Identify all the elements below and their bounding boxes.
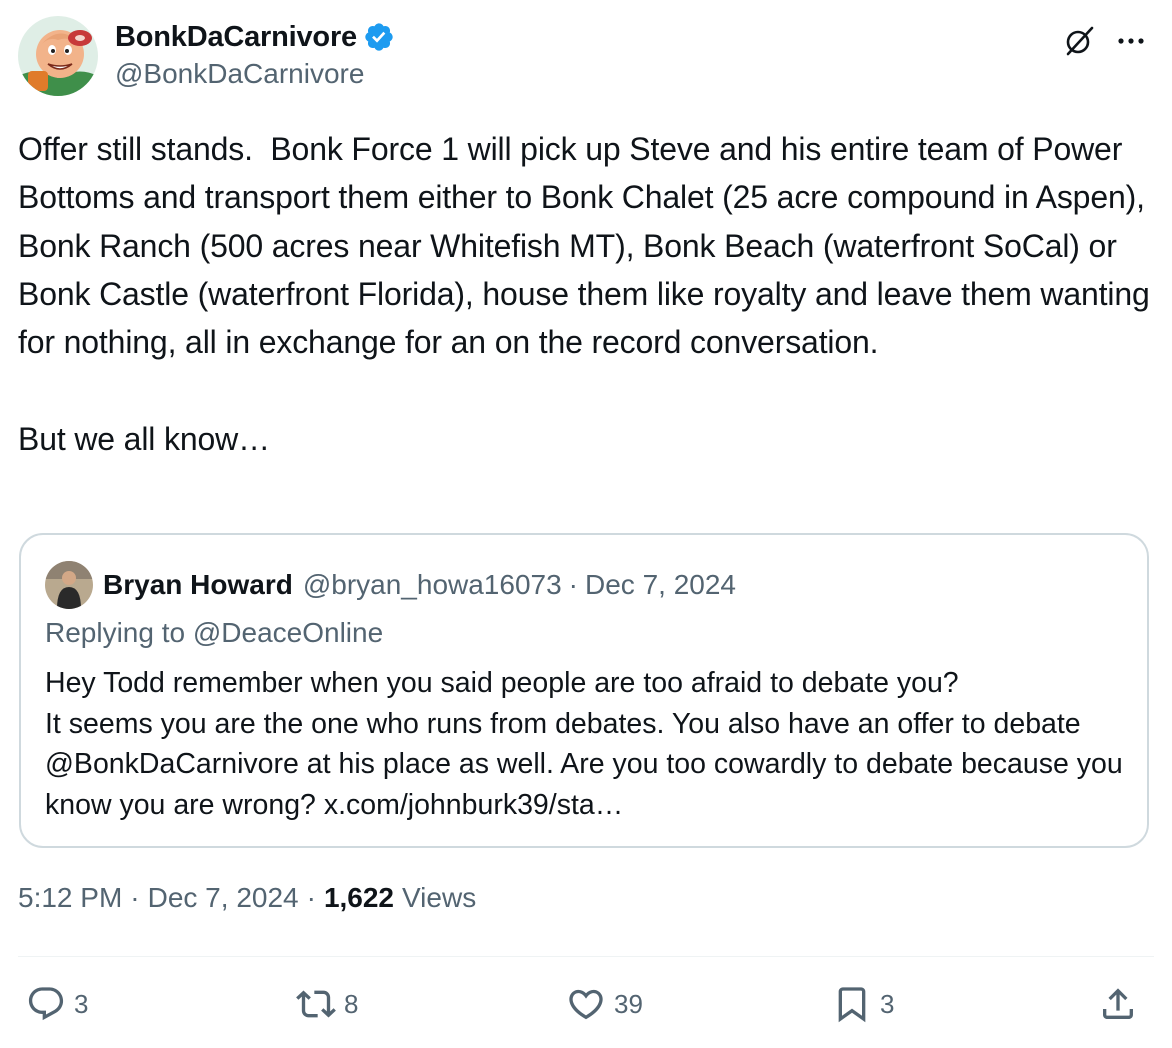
quote-avatar[interactable] <box>45 561 93 609</box>
tweet-meta: 5:12 PM · Dec 7, 2024 · 1,622 Views <box>18 882 476 914</box>
views-count: 1,622 <box>323 882 395 913</box>
repost-icon <box>296 990 336 1018</box>
like-button[interactable]: 39 <box>566 984 643 1024</box>
bookmark-count: 3 <box>880 988 895 1019</box>
quote-handle[interactable]: @bryan_howa16073 <box>303 569 562 601</box>
quote-avatar-image <box>45 561 93 609</box>
quote-date[interactable]: Dec 7, 2024 <box>585 569 736 601</box>
tweet-time[interactable]: 5:12 PM <box>18 882 122 914</box>
divider <box>18 956 1154 957</box>
author-handle[interactable]: @BonkDaCarnivore <box>115 58 395 90</box>
action-bar: 3 8 39 3 <box>0 980 1172 1032</box>
tweet-date[interactable]: Dec 7, 2024 <box>148 882 299 914</box>
tweet-text: Offer still stands. Bonk Force 1 will pi… <box>18 131 1150 457</box>
separator-dot: · <box>568 569 578 600</box>
bookmark-icon <box>838 987 866 1023</box>
separator-dot: · <box>306 882 316 913</box>
more-icon[interactable] <box>1114 24 1148 58</box>
like-icon <box>569 989 603 1020</box>
share-button[interactable] <box>1098 984 1138 1024</box>
replying-prefix: Replying to <box>45 617 186 648</box>
author-avatar-image <box>18 16 98 96</box>
quote-text: Hey Todd remember when you said people a… <box>45 667 1123 821</box>
separator-dot: · <box>130 882 140 913</box>
reply-count: 3 <box>74 988 89 1019</box>
quoted-tweet[interactable]: Bryan Howard @bryan_howa16073 · Dec 7, 2… <box>19 533 1149 848</box>
views-label: Views <box>402 882 477 913</box>
like-count: 39 <box>614 988 643 1019</box>
tweet-header: BonkDaCarnivore @BonkDaCarnivore <box>18 14 1154 100</box>
reply-button[interactable]: 3 <box>26 984 88 1024</box>
replying-to-line: Replying to @DeaceOnline <box>45 617 383 649</box>
bookmark-button[interactable]: 3 <box>832 984 894 1024</box>
quote-display-name[interactable]: Bryan Howard <box>103 569 293 601</box>
repost-button[interactable]: 8 <box>296 984 358 1024</box>
author-avatar[interactable] <box>18 16 98 96</box>
share-icon <box>1103 988 1133 1019</box>
verified-badge-icon <box>365 23 393 51</box>
repost-count: 8 <box>344 988 359 1019</box>
author-display-name[interactable]: BonkDaCarnivore <box>115 21 357 54</box>
replying-to-mention[interactable]: @DeaceOnline <box>193 617 383 648</box>
reply-icon <box>28 987 64 1021</box>
grok-icon[interactable] <box>1062 24 1096 58</box>
